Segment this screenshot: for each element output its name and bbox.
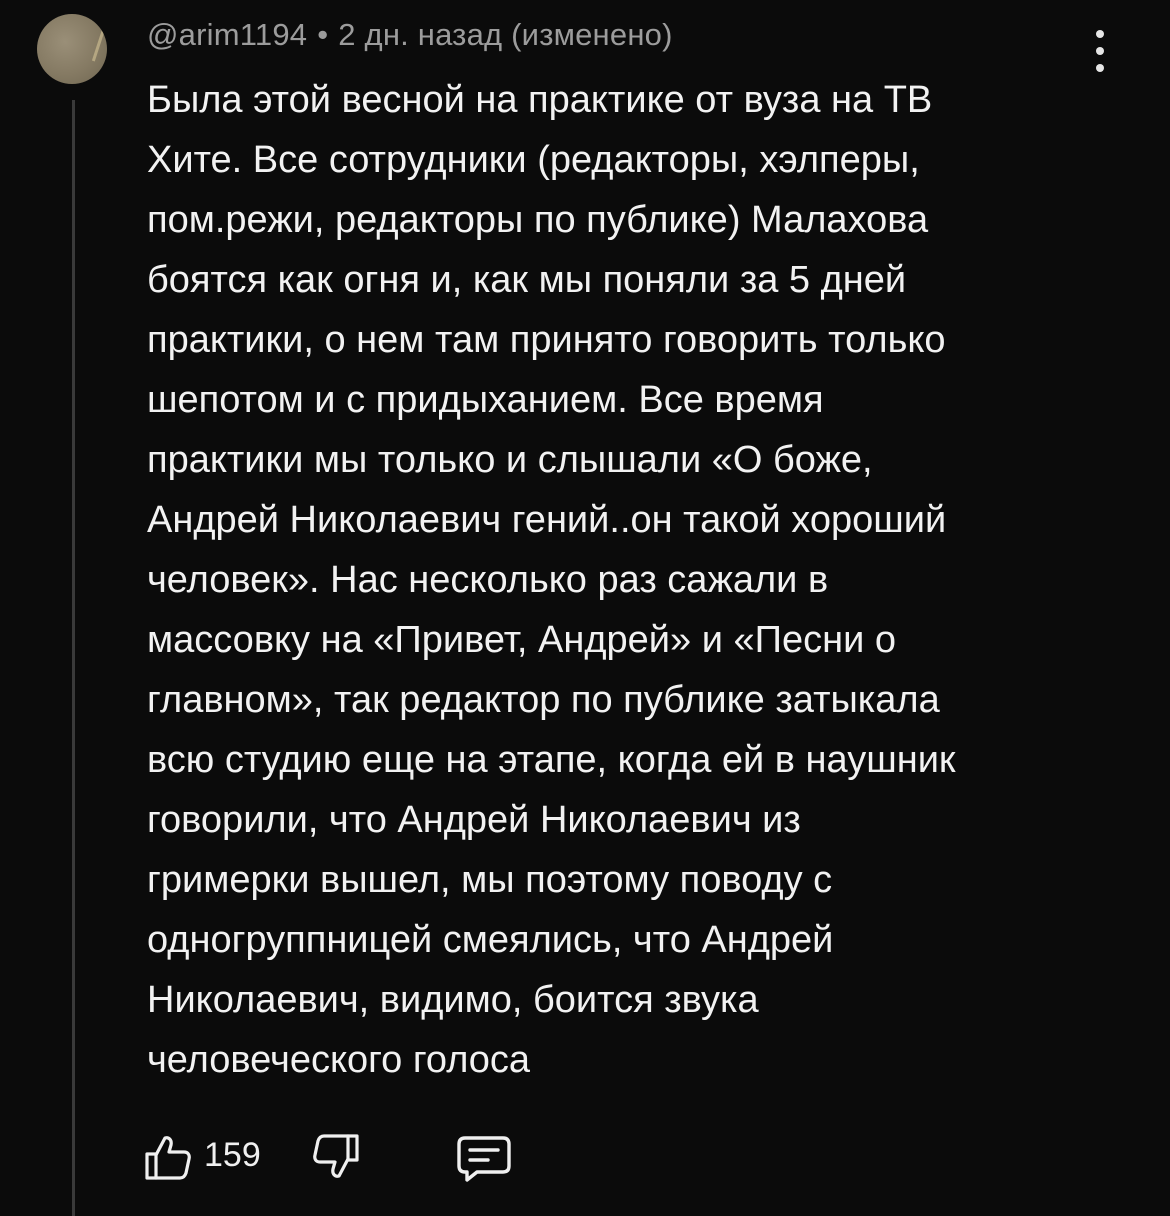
edited-label: (изменено)	[511, 17, 673, 52]
comment-line: всю студию еще на этапе, когда ей в науш…	[147, 739, 956, 781]
comment-time: 2 дн. назад	[338, 17, 503, 52]
comment-line: Николаевич, видимо, боится звука	[147, 979, 759, 1021]
more-dot	[1096, 47, 1104, 55]
comment-meta: @arim1194 • 2 дн. назад (изменено)	[147, 17, 673, 53]
author-username[interactable]: @arim1194	[147, 17, 307, 52]
comment-line: Хите. Все сотрудники (редакторы, хэлперы…	[147, 139, 920, 181]
thread-line	[72, 100, 75, 1216]
comment-line: шепотом и с придыханием. Все время	[147, 379, 824, 421]
comment-text: Была этой весной на практике от вуза на …	[147, 70, 1107, 1090]
like-button[interactable]	[143, 1132, 193, 1182]
reply-comment-icon	[457, 1136, 511, 1182]
comment-line: пом.режи, редакторы по публике) Малахова	[147, 199, 929, 241]
comment-line: массовку на «Привет, Андрей» и «Песни о	[147, 619, 896, 661]
comment-line: гримерки вышел, мы поэтому поводу с	[147, 859, 833, 901]
thumbs-up-icon	[145, 1136, 191, 1180]
comment-line: практики мы только и слышали «О боже,	[147, 439, 873, 481]
thumbs-down-icon	[313, 1134, 359, 1178]
comment-line: человеческого голоса	[147, 1039, 531, 1081]
comment-line: боятся как огня и, как мы поняли за 5 дн…	[147, 259, 907, 301]
dislike-button[interactable]	[311, 1132, 361, 1182]
comment-line: главном», так редактор по публике затыка…	[147, 679, 940, 721]
meta-separator: •	[317, 17, 329, 52]
comment-line: Андрей Николаевич гений..он такой хороши…	[147, 499, 947, 541]
comment-line: человек». Нас несколько раз сажали в	[147, 559, 829, 601]
avatar[interactable]	[37, 14, 107, 84]
more-dot	[1096, 30, 1104, 38]
more-vertical-icon[interactable]	[1088, 30, 1112, 72]
comment-line: одногруппницей смеялись, что Андрей	[147, 919, 834, 961]
comment-line: говорили, что Андрей Николаевич из	[147, 799, 801, 841]
comment-line: Была этой весной на практике от вуза на …	[147, 79, 933, 121]
like-count: 159	[204, 1136, 261, 1174]
reply-button[interactable]	[455, 1134, 513, 1184]
comment-line: практики, о нем там принято говорить тол…	[147, 319, 946, 361]
avatar-image-detail	[91, 22, 107, 62]
